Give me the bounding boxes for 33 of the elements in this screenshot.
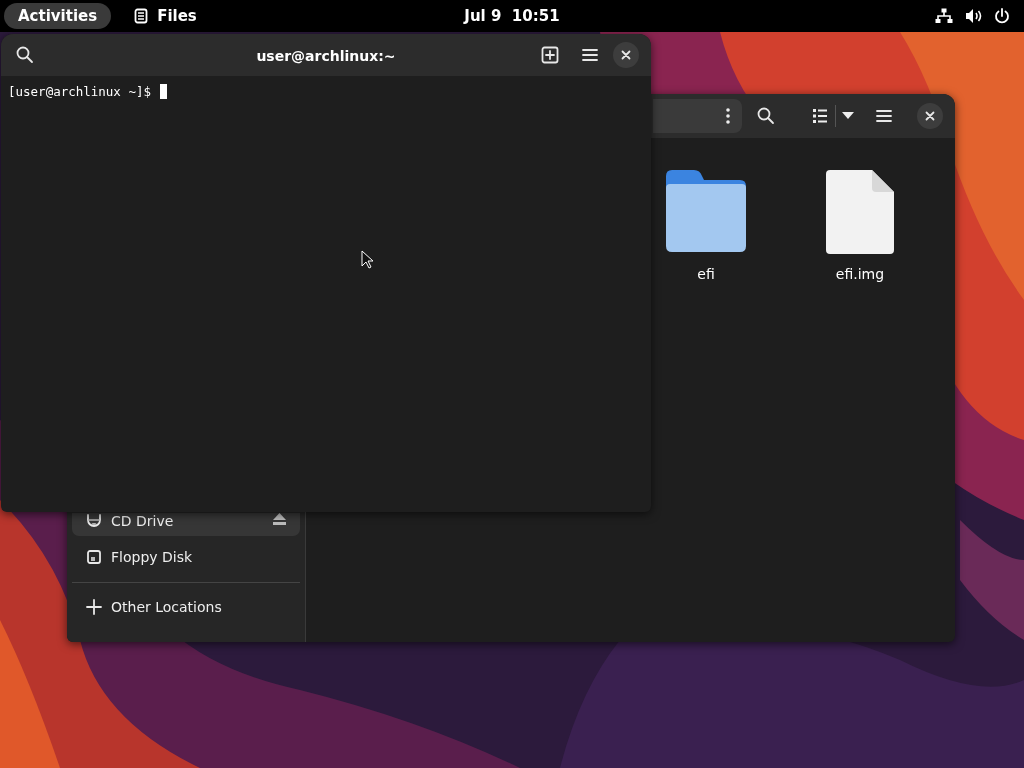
search-icon[interactable] xyxy=(15,45,35,65)
more-options-icon[interactable] xyxy=(726,108,730,124)
terminal-prompt: [user@archlinux ~]$ xyxy=(8,84,151,99)
power-icon[interactable] xyxy=(994,8,1010,24)
close-button[interactable] xyxy=(613,42,639,68)
clock[interactable]: Jul 9 10:51 xyxy=(464,7,560,25)
menu-icon[interactable] xyxy=(875,107,893,125)
disc-drive-icon xyxy=(86,513,102,529)
network-icon[interactable] xyxy=(935,8,953,24)
dropdown-arrow-icon[interactable] xyxy=(842,112,854,120)
eject-icon[interactable] xyxy=(273,513,286,525)
file-name[interactable]: efi.img xyxy=(835,266,885,282)
plus-icon xyxy=(86,599,102,615)
close-button[interactable] xyxy=(917,103,943,129)
text-cursor xyxy=(160,84,167,99)
new-tab-icon[interactable] xyxy=(541,46,559,64)
list-view-icon[interactable] xyxy=(812,108,828,124)
file-name[interactable]: efi xyxy=(697,266,715,282)
folder-icon xyxy=(666,170,746,254)
sidebar-item[interactable]: Floppy Disk xyxy=(72,541,300,573)
close-icon xyxy=(621,50,631,60)
window-title: user@archlinux:~ xyxy=(256,47,396,64)
app-name[interactable]: Files xyxy=(157,7,197,25)
mouse-pointer-icon xyxy=(361,250,374,269)
document-icon xyxy=(133,8,150,24)
search-icon[interactable] xyxy=(756,106,776,126)
sidebar-item[interactable]: Other Locations xyxy=(72,591,300,623)
sidebar-item[interactable]: CD Drive xyxy=(72,513,300,536)
volume-icon[interactable] xyxy=(965,8,982,24)
file-icon xyxy=(826,170,894,254)
close-icon xyxy=(925,111,935,121)
activities-button[interactable]: Activities xyxy=(4,3,112,29)
menu-icon[interactable] xyxy=(581,46,599,64)
